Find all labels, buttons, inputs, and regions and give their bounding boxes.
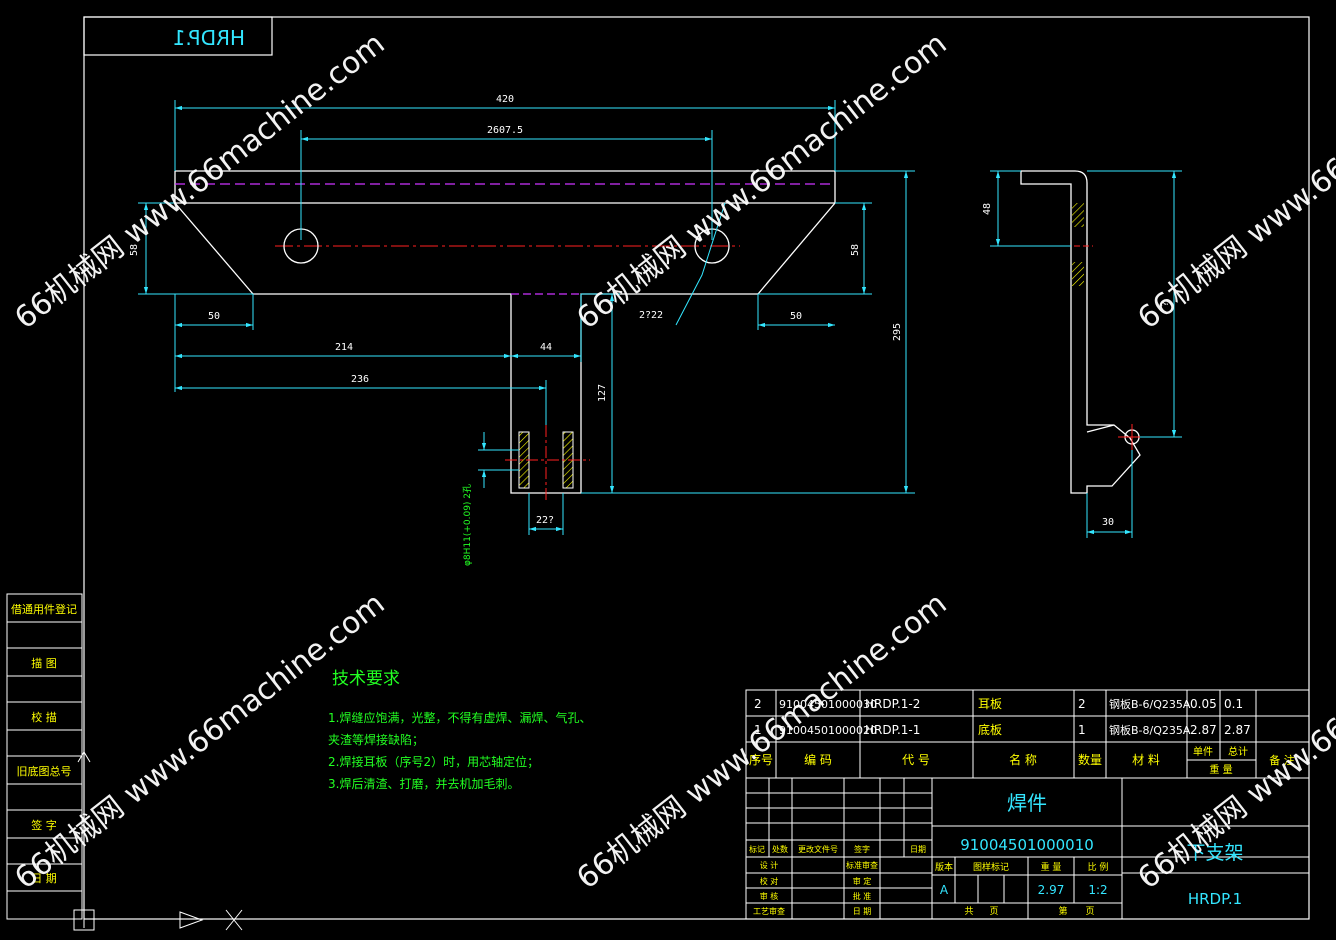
tech-line-2: 夹渣等焊接缺陷； — [328, 732, 424, 747]
rev-h-doc: 更改文件号 — [798, 844, 838, 854]
hole-tolerance-note: φ8H11(+0.09) 2孔 — [462, 484, 473, 566]
dim-295: 295 — [892, 323, 903, 341]
info-h-scale: 比 例 — [1088, 861, 1109, 873]
bom-h-qty: 数量 — [1078, 752, 1102, 767]
watermark-1: 66机械网 www.66machine.com — [8, 26, 391, 336]
dim-50-right: 50 — [790, 311, 802, 322]
rev-h-sign: 签字 — [854, 844, 870, 854]
info-weight: 2.97 — [1038, 883, 1065, 897]
bom-r2-name: 耳板 — [978, 697, 1002, 711]
cad-drawing-canvas[interactable]: HRDP.1 420 2607.5 58 58 50 50 214 44 236… — [0, 0, 1336, 940]
dim-48: 48 — [982, 203, 993, 215]
sheet-no-label: 第 — [1058, 905, 1067, 917]
dim-2607: 2607.5 — [487, 125, 523, 136]
bom-r1-qty: 1 — [1078, 723, 1086, 737]
rev-h-mark: 标记 — [749, 844, 765, 854]
info-version: A — [940, 883, 949, 897]
bom-r2-total: 0.1 — [1224, 697, 1243, 711]
signer-review: 审 核 — [760, 891, 779, 901]
bom-r1-name: 底板 — [978, 722, 1002, 737]
info-h-version: 版本 — [935, 861, 953, 873]
sheet-no-unit: 页 — [1085, 906, 1094, 917]
side-cell-5: 签 字 — [31, 818, 57, 832]
type-label: 焊件 — [1007, 791, 1047, 815]
approval-date: 日 期 — [853, 907, 872, 916]
tech-line-4: 3.焊后清渣、打磨，并去机加毛刺。 — [328, 776, 519, 791]
info-h-weight: 重 量 — [1041, 861, 1062, 873]
bom-r2-qty: 2 — [1078, 697, 1086, 711]
bom-r1-unit: 2.87 — [1190, 723, 1217, 737]
side-hatch-top — [1072, 203, 1084, 227]
dim-420: 420 — [496, 94, 514, 105]
bom-h-code: 编 码 — [804, 752, 832, 767]
bom-r1-material: 钢板B-8/Q235A — [1109, 723, 1191, 737]
side-view: 48 30 ? — [982, 170, 1182, 538]
bom-h-material: 材 料 — [1132, 753, 1160, 767]
signer-check: 校 对 — [760, 876, 779, 886]
dim-236: 236 — [351, 374, 369, 385]
signer-process: 工艺审查 — [753, 906, 785, 916]
tech-requirements: 技术要求 1.焊缝应饱满，光整，不得有虚焊、漏焊、气孔、 夹渣等焊接缺陷； 2.… — [328, 669, 591, 791]
tech-line-3: 2.焊接耳板（序号2）时，用芯轴定位； — [328, 754, 539, 769]
side-cell-1: 借通用件登记 — [11, 602, 77, 616]
code-stamp-mirrored: HRDP.1 — [173, 26, 245, 50]
side-cell-4: 旧底图总号 — [17, 764, 72, 778]
tech-title: 技术要求 — [332, 669, 400, 689]
approval-approve: 批 准 — [853, 891, 872, 901]
sheet-total-label: 共 — [964, 906, 973, 917]
bom-r2-material: 钢板B-6/Q235A — [1109, 697, 1191, 711]
info-scale: 1:2 — [1088, 883, 1107, 897]
side-cell-3: 校 描 — [31, 710, 57, 724]
bom-r1-ref: HRDP.1-1 — [865, 723, 920, 737]
bom-h-weight: 重 量 — [1209, 763, 1232, 776]
dim-2722: 2?22 — [639, 310, 663, 321]
bom-h-unit: 单件 — [1193, 746, 1213, 758]
dim-58-right: 58 — [850, 244, 861, 256]
rev-h-date: 日期 — [910, 845, 926, 854]
dim-214: 214 — [335, 342, 353, 353]
bom-r2-ref: HRDP.1-2 — [865, 697, 920, 711]
signer-design: 设 计 — [760, 860, 779, 870]
info-h-mark: 图样标记 — [973, 861, 1009, 873]
side-hatch-mid — [1072, 262, 1084, 286]
rev-h-count: 处数 — [772, 844, 788, 854]
dim-30: 30 — [1102, 517, 1114, 528]
drawing-number: HRDP.1 — [1188, 890, 1242, 908]
bom-h-total: 总计 — [1228, 745, 1248, 758]
bom-h-name: 名 称 — [1009, 752, 1037, 767]
dim-44: 44 — [540, 342, 552, 353]
dim-227: 22? — [536, 515, 554, 526]
side-cell-2: 描 图 — [31, 656, 57, 670]
dim-127: 127 — [597, 384, 608, 402]
bom-r1-total: 2.87 — [1224, 723, 1251, 737]
approval-std: 标准审查 — [846, 860, 878, 870]
approval-final: 审 定 — [853, 876, 872, 886]
bom-r2-unit: 0.05 — [1190, 697, 1217, 711]
dim-50-left: 50 — [208, 311, 220, 322]
watermark-3: 66机械网 www.66machine.com — [1131, 26, 1336, 336]
bom-r2-no: 2 — [754, 697, 762, 711]
tech-line-1: 1.焊缝应饱满，光整，不得有虚焊、漏焊、气孔、 — [328, 710, 591, 725]
bom-h-ref: 代 号 — [902, 753, 930, 767]
part-code: 91004501000010 — [960, 836, 1094, 854]
sheet-total-unit: 页 — [989, 906, 998, 917]
